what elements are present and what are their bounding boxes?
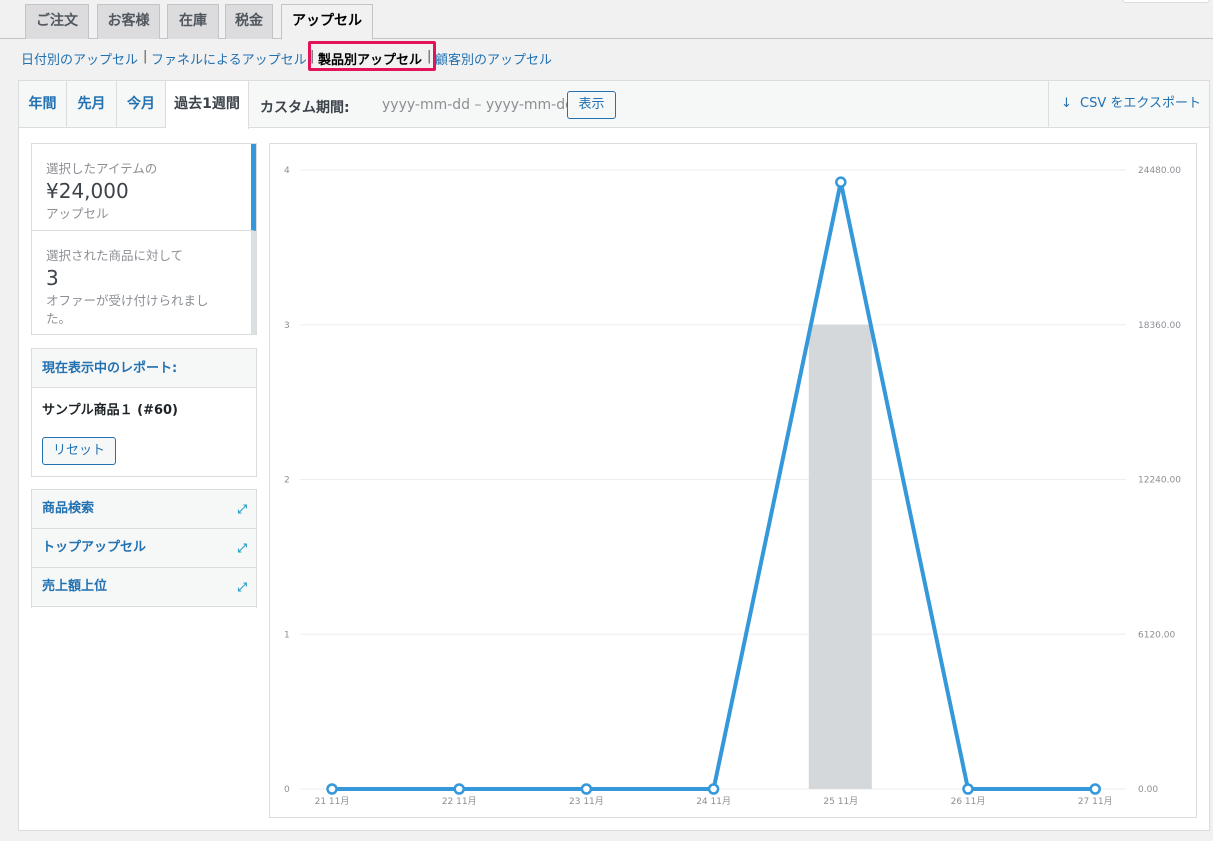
link-upsells-by-product[interactable]: 製品別アップセル <box>318 49 422 68</box>
x-axis-tick: 22 11月 <box>442 796 477 807</box>
widget-top-sales-amount[interactable]: 売上額上位 ⤢ <box>32 568 256 607</box>
report-panel: 年間 先月 今月 過去1週間 カスタム期間: yyyy-mm-dd – yyyy… <box>18 80 1210 831</box>
x-axis-tick: 26 11月 <box>951 796 986 807</box>
bar-offers-accepted <box>808 324 872 789</box>
custom-range-label: カスタム期間: <box>260 100 350 116</box>
line-point <box>580 783 593 795</box>
link-upsells-by-funnel[interactable]: ファネルによるアップセル <box>151 49 307 68</box>
tab-orders[interactable]: ご注文 <box>25 4 89 39</box>
chart-legend: 選択したアイテムの ¥24,000 アップセル 選択された商品に対して 3 オフ… <box>31 143 257 335</box>
left-axis-tick: 2 <box>284 476 290 486</box>
left-axis-tick: 0 <box>284 785 290 795</box>
tab-stock[interactable]: 在庫 <box>167 4 219 39</box>
legend-caption: 選択したアイテムの <box>46 161 158 176</box>
widget-label: 売上額上位 <box>42 579 108 594</box>
expand-icon[interactable]: ⤢ <box>237 529 247 567</box>
x-axis-tick: 21 11月 <box>315 796 350 807</box>
expand-icon[interactable]: ⤢ <box>237 490 247 528</box>
widget-label: 商品検索 <box>42 501 95 516</box>
nav-separator: | <box>143 49 148 64</box>
expand-icon[interactable]: ⤢ <box>237 568 247 606</box>
x-axis-tick: 24 11月 <box>696 796 731 807</box>
line-point <box>835 176 847 188</box>
line-point <box>1089 783 1101 795</box>
upsell-chart: 0 1 2 3 4 0.00 6120.00 12240.00 18360.00 24480.00… <box>269 143 1197 818</box>
line-point <box>962 783 974 795</box>
right-axis-tick: 6120.00 <box>1138 630 1175 640</box>
range-last-month[interactable]: 先月 <box>67 81 117 128</box>
right-axis-tick: 24480.00 <box>1138 166 1181 176</box>
nav-separator: | <box>427 49 432 64</box>
widget-label: トップアップセル <box>42 540 147 555</box>
legend-upsell-amount[interactable]: 選択したアイテムの ¥24,000 アップセル <box>32 144 256 231</box>
widget-product-search[interactable]: 商品検索 ⤢ <box>32 490 256 529</box>
link-upsells-by-date[interactable]: 日付別のアップセル <box>21 49 138 68</box>
tab-taxes[interactable]: 税金 <box>225 4 273 39</box>
range-this-month[interactable]: 今月 <box>117 81 166 128</box>
left-axis-tick: 4 <box>284 166 290 176</box>
chart-widgets: 商品検索 ⤢ トップアップセル ⤢ 売上額上位 ⤢ <box>31 489 257 608</box>
line-point <box>326 783 338 795</box>
legend-offers-accepted[interactable]: 選択された商品に対して 3 オファーが受け付けられました。 <box>32 231 256 334</box>
x-axis-tick: 23 11月 <box>569 796 604 807</box>
download-icon: ↓ <box>1061 96 1072 111</box>
current-report-title: 現在表示中のレポート: <box>32 349 256 388</box>
custom-range-dates[interactable]: yyyy-mm-dd – yyyy-mm-dd <box>382 97 574 113</box>
left-axis-tick: 3 <box>284 321 290 331</box>
legend-amount: 3 <box>46 266 59 290</box>
right-axis-tick: 12240.00 <box>1138 476 1181 486</box>
chart-svg: 0 1 2 3 4 0.00 6120.00 12240.00 18360.00 24480.00… <box>284 166 1181 807</box>
current-report-box: 現在表示中のレポート: サンプル商品１ (#60) リセット <box>31 348 257 477</box>
widget-top-upsells[interactable]: トップアップセル ⤢ <box>32 529 256 568</box>
report-tabs: ご注文 お客様 在庫 税金 アップセル <box>0 0 1213 40</box>
right-axis-tick: 0.00 <box>1138 785 1158 795</box>
line-upsell-amount <box>332 180 1096 791</box>
date-range-bar: 年間 先月 今月 過去1週間 カスタム期間: yyyy-mm-dd – yyyy… <box>19 81 1209 129</box>
range-last-7-days[interactable]: 過去1週間 <box>166 81 249 129</box>
legend-amount: ¥24,000 <box>46 179 129 203</box>
link-upsells-by-customer[interactable]: 顧客別のアップセル <box>435 49 552 68</box>
legend-subtext: アップセル <box>46 206 109 221</box>
export-csv-link[interactable]: ↓ CSV をエクスポート <box>1048 81 1209 128</box>
right-axis-tick: 18360.00 <box>1138 321 1181 331</box>
line-point <box>453 783 465 795</box>
current-product-name: サンプル商品１ (#60) <box>42 403 179 418</box>
show-range-button[interactable]: 表示 <box>567 91 616 119</box>
x-axis-tick: 27 11月 <box>1078 796 1113 807</box>
left-axis-tick: 1 <box>284 630 290 640</box>
tab-customers[interactable]: お客様 <box>97 4 160 39</box>
reset-button[interactable]: リセット <box>42 437 116 465</box>
legend-subtext: オファーが受け付けられました。 <box>46 293 209 326</box>
tab-upsells[interactable]: アップセル <box>281 4 373 40</box>
line-point <box>707 783 720 795</box>
nav-separator: | <box>310 49 315 64</box>
x-axis-tick: 25 11月 <box>823 796 858 807</box>
range-year[interactable]: 年間 <box>19 81 67 128</box>
export-csv-label: CSV をエクスポート <box>1080 96 1201 111</box>
legend-caption: 選択された商品に対して <box>46 248 184 263</box>
